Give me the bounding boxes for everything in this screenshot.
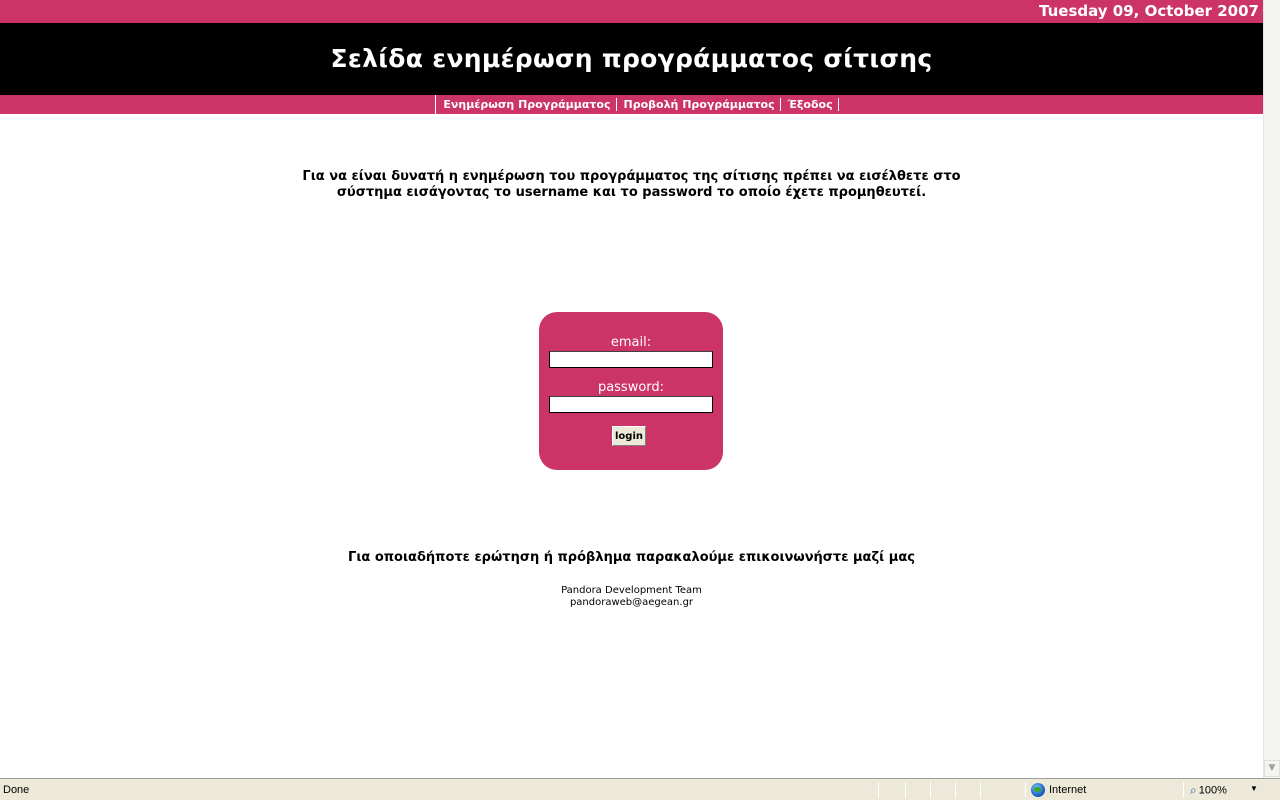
status-divider (905, 782, 906, 798)
date-bar: Tuesday 09, October 2007 (0, 0, 1263, 23)
globe-icon (1031, 783, 1045, 797)
team-name: Pandora Development Team (561, 585, 702, 596)
login-form: email: password: login (539, 312, 723, 470)
magnifier-icon: ⌕ (1190, 783, 1197, 797)
login-button[interactable]: login (612, 426, 646, 446)
page-viewport: Tuesday 09, October 2007 Σελίδα ενημέρωσ… (0, 0, 1263, 778)
status-divider (980, 782, 981, 798)
password-field[interactable] (549, 396, 713, 413)
password-label: password: (597, 380, 665, 395)
zoom-dropdown-arrow-icon[interactable]: ▼ (1250, 784, 1258, 793)
team-info: Pandora Development Team pandoraweb@aege… (0, 585, 1263, 609)
contact-email[interactable]: pandoraweb@aegean.gr (0, 597, 1263, 609)
current-date: Tuesday 09, October 2007 (1039, 2, 1259, 20)
email-label: email: (610, 335, 652, 350)
nav-bar: Ενημέρωση Προγράμματος Προβολή Προγράμματ… (0, 95, 1263, 114)
contact-message: Για οποιαδήποτε ερώτηση ή πρόβλημα παρακ… (348, 550, 915, 565)
title-bar: Σελίδα ενημέρωση προγράμματος σίτισης (0, 23, 1263, 95)
vertical-scrollbar[interactable] (1263, 0, 1280, 778)
email-field[interactable] (549, 351, 713, 368)
status-text: Done (3, 784, 30, 796)
status-divider (1183, 782, 1184, 798)
status-divider (878, 782, 879, 798)
nav-update-program[interactable]: Ενημέρωση Προγράμματος (436, 98, 617, 111)
nav-view-program[interactable]: Προβολή Προγράμματος (617, 98, 781, 111)
zone-label: Internet (1049, 784, 1087, 796)
zoom-control[interactable]: ⌕ 100% (1190, 783, 1227, 798)
nav-links: Ενημέρωση Προγράμματος Προβολή Προγράμματ… (435, 95, 839, 114)
intro-message: Για να είναι δυνατή η ενημέρωση του προγ… (0, 169, 1263, 201)
page-title: Σελίδα ενημέρωση προγράμματος σίτισης (330, 44, 933, 73)
status-divider (1025, 782, 1026, 798)
status-divider (955, 782, 956, 798)
zoom-level: 100% (1198, 784, 1227, 797)
nav-exit[interactable]: Έξοδος (781, 98, 839, 111)
intro-text: Για να είναι δυνατή η ενημέρωση του προγ… (302, 169, 961, 200)
security-zone[interactable]: Internet (1031, 783, 1086, 797)
status-divider (930, 782, 931, 798)
status-bar: Done Internet ⌕ 100% ▼ (0, 778, 1280, 800)
scroll-down-arrow-icon[interactable]: ▼ (1264, 760, 1280, 777)
